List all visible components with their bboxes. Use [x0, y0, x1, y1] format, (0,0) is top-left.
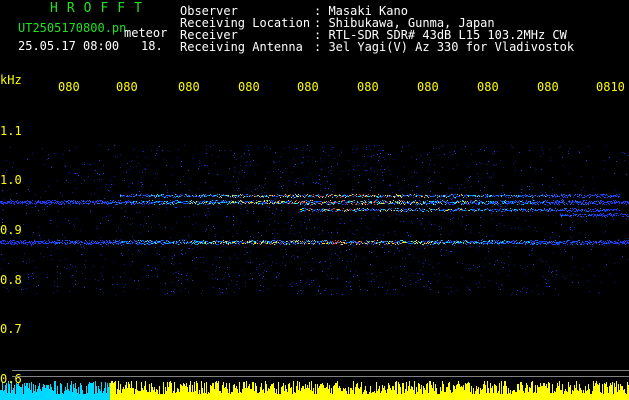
x-tick-label: 080: [238, 80, 260, 94]
count-tag: 18.: [141, 39, 163, 53]
y-tick-label: 0.9: [0, 223, 22, 237]
mode-tag: meteor: [124, 26, 168, 40]
divider-line: [12, 370, 629, 371]
app-title: HROFFT: [50, 1, 151, 16]
y-tick-label: 0.8: [0, 273, 22, 287]
antenna-value: : 3el Yagi(V) Az 330 for Vladivostok: [314, 40, 575, 54]
antenna-label: Receiving Antenna: [180, 40, 303, 54]
x-tick-label: 080: [417, 80, 439, 94]
x-tick-label: 080: [58, 80, 80, 94]
x-tick-label: 080: [178, 80, 200, 94]
y-tick-label: 0.7: [0, 322, 22, 336]
file-name: UT2505170800.pn: [18, 21, 127, 35]
x-tick-label: 080: [116, 80, 138, 94]
x-tick-label: 080: [537, 80, 559, 94]
x-tick-label: 080: [357, 80, 379, 94]
divider-line: [12, 376, 629, 377]
spectrogram-display: [0, 145, 629, 400]
frequency-unit-label: kHz: [0, 73, 22, 87]
y-tick-label: 0.6: [0, 372, 22, 386]
x-tick-label: 0810: [596, 80, 625, 94]
y-tick-label: 1.0: [0, 173, 22, 187]
x-tick-label: 080: [477, 80, 499, 94]
x-tick-label: 080: [297, 80, 319, 94]
timestamp: 25.05.17 08:00: [18, 39, 120, 53]
y-tick-label: 1.1: [0, 124, 22, 138]
